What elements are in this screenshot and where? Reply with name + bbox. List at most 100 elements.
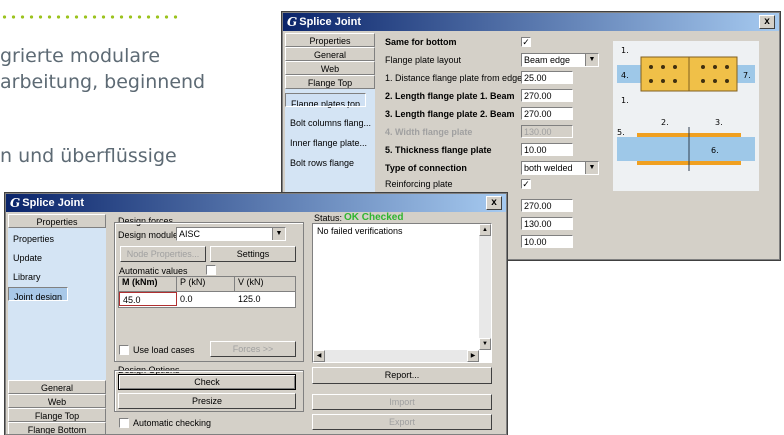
reinforcing-checkbox[interactable]: ✓ bbox=[521, 179, 531, 189]
scroll-left-icon[interactable]: ◀ bbox=[313, 350, 325, 362]
moment-cell[interactable]: 45.0 bbox=[119, 292, 177, 306]
length1-input[interactable]: 270.00 bbox=[521, 89, 573, 102]
layout-label: Flange plate layout bbox=[385, 55, 462, 65]
use-load-cases-checkbox[interactable] bbox=[119, 345, 129, 355]
beam-side-view bbox=[617, 137, 755, 161]
report-button[interactable]: Report... bbox=[312, 367, 492, 384]
export-button[interactable]: Export bbox=[312, 414, 492, 430]
table-header-row: M (kNm) P (kN) V (kN) bbox=[119, 277, 295, 292]
same-bottom-label: Same for bottom bbox=[385, 37, 457, 47]
automatic-checking-checkbox[interactable] bbox=[119, 418, 129, 428]
nav-item[interactable]: Flange plates top bbox=[285, 93, 367, 107]
nav-list: Properties Update Library Joint design bbox=[8, 228, 106, 380]
distance-label: 1. Distance flange plate from edge bbox=[385, 73, 523, 83]
thickness-input[interactable]: 10.00 bbox=[521, 143, 573, 156]
diagram-label: 1. bbox=[621, 96, 629, 105]
nav-item[interactable]: Bolt columns flang... bbox=[285, 113, 375, 133]
distance-input[interactable]: 25.00 bbox=[521, 71, 573, 84]
design-module-value: AISC bbox=[179, 229, 201, 239]
table-row: 45.0 0.0 125.0 bbox=[119, 292, 295, 306]
status-value: OK Checked bbox=[344, 212, 404, 223]
reinforcing-label: Reinforcing plate bbox=[385, 179, 453, 189]
diagram-label: 4. bbox=[621, 71, 629, 80]
length1-label: 2. Length flange plate 1. Beam bbox=[385, 91, 515, 101]
vertical-scrollbar[interactable]: ▲ ▼ bbox=[479, 224, 491, 350]
diagram-label: 1. bbox=[621, 46, 629, 55]
nav-item-update[interactable]: Update bbox=[8, 249, 106, 268]
design-module-select[interactable]: AISC ▼ bbox=[176, 227, 286, 241]
background-text-line: arbeitung, beginnend bbox=[0, 71, 206, 93]
check-button[interactable]: Check bbox=[118, 374, 296, 390]
forces-table: M (kNm) P (kN) V (kN) 45.0 0.0 125.0 bbox=[118, 276, 296, 308]
width-label: 4. Width flange plate bbox=[385, 127, 473, 137]
nav-web[interactable]: Web bbox=[8, 394, 106, 408]
import-button[interactable]: Import bbox=[312, 394, 492, 410]
nav-flange-top[interactable]: Flange Top bbox=[8, 408, 106, 422]
nav-web[interactable]: Web bbox=[285, 61, 375, 75]
status-label: Status: bbox=[314, 213, 343, 223]
automatic-checking-label: Automatic checking bbox=[133, 418, 212, 428]
background-text-line: n und überflüssige bbox=[0, 145, 177, 167]
window-title: Splice Joint bbox=[22, 197, 84, 209]
connection-label: Type of connection bbox=[385, 163, 467, 173]
chevron-down-icon: ▼ bbox=[585, 54, 598, 66]
diagram-label: 6. bbox=[711, 146, 719, 155]
presize-button[interactable]: Presize bbox=[118, 393, 296, 409]
scroll-right-icon[interactable]: ▶ bbox=[467, 350, 479, 362]
axial-cell[interactable]: 0.0 bbox=[177, 292, 235, 306]
reinforcing-width-input[interactable]: 130.00 bbox=[521, 217, 573, 230]
nav-properties[interactable]: Properties bbox=[285, 33, 375, 47]
title-bar: G Splice Joint x bbox=[283, 13, 779, 31]
width-input: 130.00 bbox=[521, 125, 573, 138]
chevron-down-icon: ▼ bbox=[585, 162, 598, 174]
nav-item[interactable]: Inner flange plate... bbox=[285, 133, 375, 153]
diagram-label: 7. bbox=[743, 71, 751, 80]
design-module-label: Design module bbox=[118, 230, 179, 240]
nav-item-properties[interactable]: Properties bbox=[8, 230, 106, 249]
flange-plate-diagram: 1. 4. 7. 1. 5. 2. 3. 6. bbox=[613, 41, 759, 191]
diagram-label: 2. bbox=[661, 118, 669, 127]
title-bar: G Splice Joint x bbox=[6, 194, 506, 212]
close-button[interactable]: x bbox=[759, 15, 775, 29]
scroll-up-icon[interactable]: ▲ bbox=[479, 224, 491, 236]
table-header: V (kN) bbox=[238, 277, 264, 287]
forces-button[interactable]: Forces >> bbox=[210, 341, 296, 357]
status-text: No failed verifications bbox=[317, 226, 403, 236]
same-bottom-checkbox[interactable]: ✓ bbox=[521, 37, 531, 47]
splice-joint-window-front: G Splice Joint x Properties Properties U… bbox=[5, 193, 507, 435]
nav-flange-top[interactable]: Flange Top bbox=[285, 75, 375, 89]
use-load-cases-label: Use load cases bbox=[133, 345, 195, 355]
nav-flange-bottom[interactable]: Flange Bottom bbox=[8, 422, 106, 434]
nav-item[interactable]: Bolt rows flange bbox=[285, 153, 375, 173]
app-logo-icon: G bbox=[287, 15, 298, 29]
table-header: P (kN) bbox=[177, 277, 235, 291]
chevron-down-icon: ▼ bbox=[272, 228, 285, 240]
diagram-label: 5. bbox=[617, 128, 625, 137]
layout-select[interactable]: Beam edge ▼ bbox=[521, 53, 599, 67]
connection-select[interactable]: both welded ▼ bbox=[521, 161, 599, 175]
shear-cell[interactable]: 125.0 bbox=[235, 292, 293, 306]
scroll-down-icon[interactable]: ▼ bbox=[479, 338, 491, 350]
reinforcing-thickness-input[interactable]: 10.00 bbox=[521, 235, 573, 248]
node-properties-button[interactable]: Node Properties... bbox=[120, 246, 206, 262]
background-text-line: grierte modulare bbox=[0, 45, 161, 67]
nav-general[interactable]: General bbox=[285, 47, 375, 61]
length2-input[interactable]: 270.00 bbox=[521, 107, 573, 120]
nav-general[interactable]: General bbox=[8, 380, 106, 394]
diagram-label: 3. bbox=[715, 118, 723, 127]
reinforcing-length-input[interactable]: 270.00 bbox=[521, 199, 573, 212]
nav-item-joint-design[interactable]: Joint design bbox=[8, 287, 69, 301]
nav-properties[interactable]: Properties bbox=[8, 214, 106, 228]
settings-button[interactable]: Settings bbox=[210, 246, 296, 262]
side-nav: Properties Properties Update Library Joi… bbox=[8, 214, 106, 434]
table-header: M (kNm) bbox=[119, 277, 177, 291]
app-logo-icon: G bbox=[10, 196, 21, 210]
connection-value: both welded bbox=[524, 163, 573, 173]
automatic-values-label: Automatic values bbox=[119, 266, 188, 276]
automatic-values-checkbox[interactable] bbox=[206, 265, 216, 275]
dotted-rule bbox=[0, 15, 182, 19]
nav-item-library[interactable]: Library bbox=[8, 268, 106, 287]
thickness-label: 5. Thickness flange plate bbox=[385, 145, 492, 155]
close-button[interactable]: x bbox=[486, 196, 502, 210]
horizontal-scrollbar[interactable]: ◀ ▶ bbox=[313, 350, 479, 362]
